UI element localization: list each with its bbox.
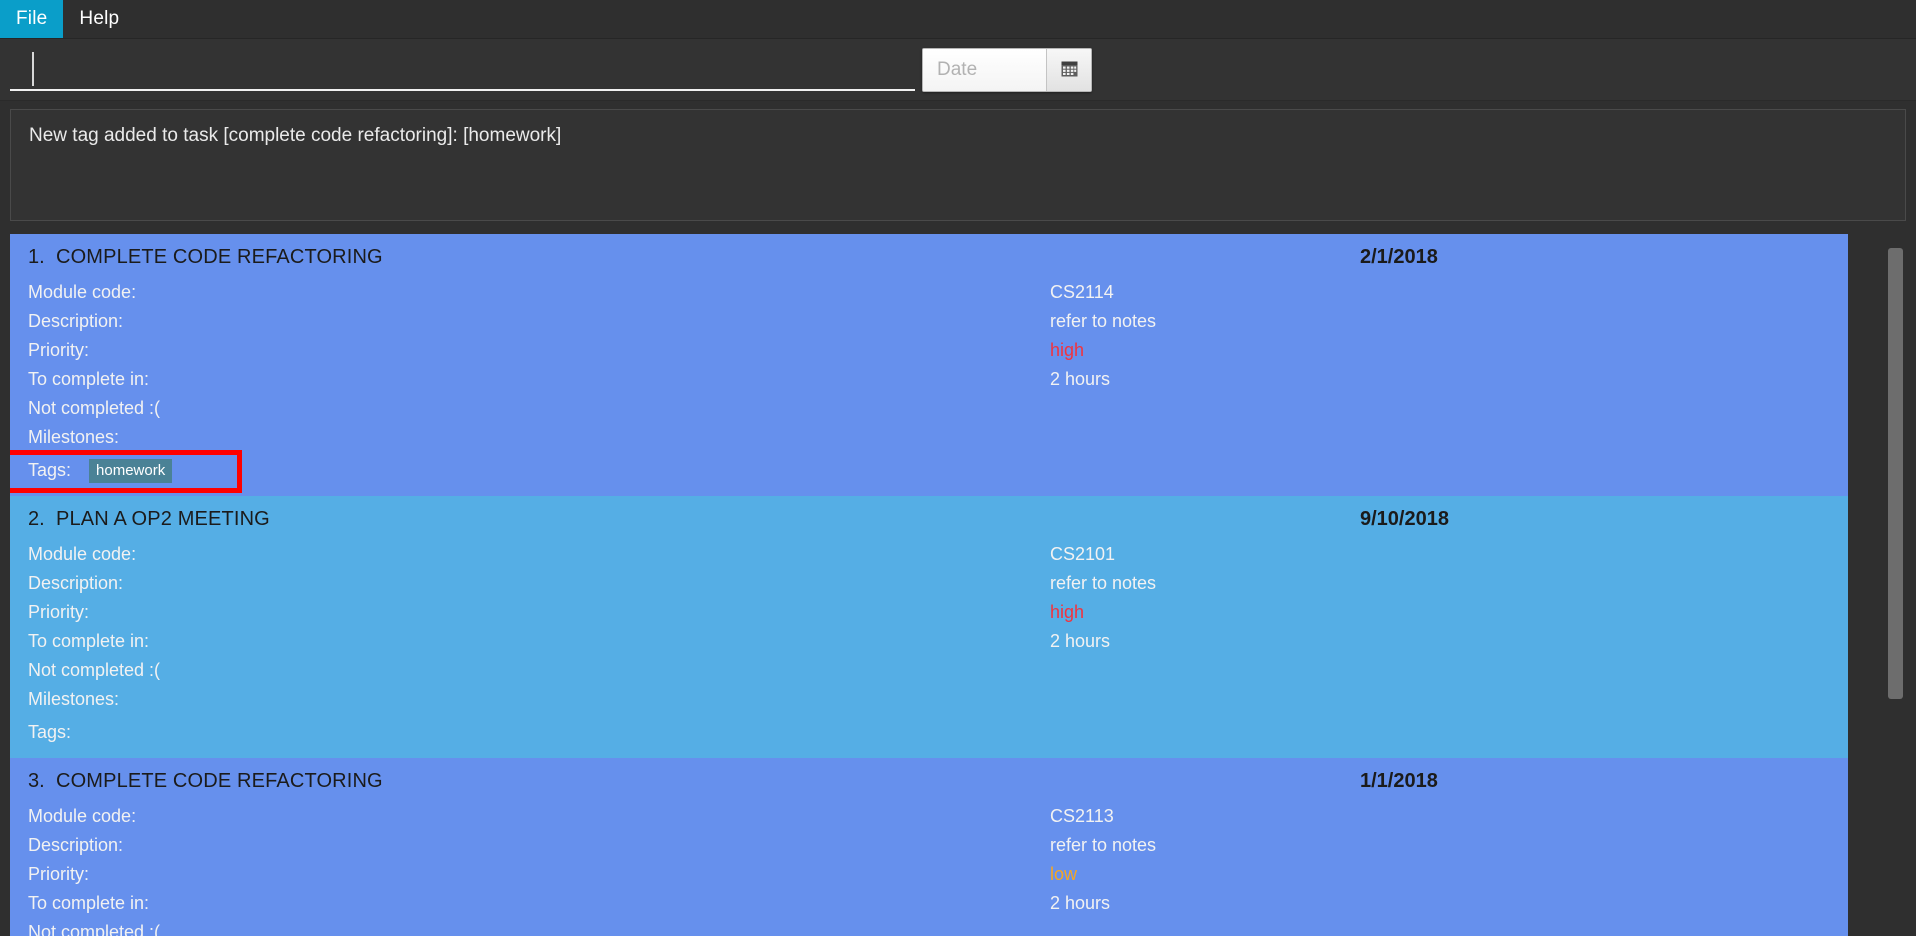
task-card[interactable]: 1. COMPLETE CODE REFACTORING 2/1/2018 Modul…	[10, 234, 1848, 496]
task-card[interactable]: 2. PLAN A OP2 MEETING 9/10/2018 Module code…	[10, 496, 1848, 758]
task-row-status: Not completed :(	[10, 656, 1848, 685]
task-row-to_complete_in: To complete in: 2 hours	[10, 627, 1848, 656]
task-tags-group: Tags: homework	[28, 455, 173, 486]
task-status-label: Not completed :(	[28, 922, 161, 936]
date-input[interactable]	[923, 48, 1046, 91]
task-module_code-label: Module code:	[28, 544, 137, 564]
task-module_code-label: Module code:	[28, 282, 137, 302]
task-to_complete_in-label: To complete in:	[28, 893, 150, 913]
task-status-value	[1050, 394, 1830, 423]
calendar-icon	[1061, 60, 1078, 80]
task-header: 2. PLAN A OP2 MEETING 9/10/2018	[10, 508, 1848, 531]
task-row-to_complete_in: To complete in: 2 hours	[10, 889, 1848, 918]
task-row-module_code: Module code: CS2101	[10, 540, 1848, 569]
task-module_code-value: CS2113	[1050, 806, 1114, 826]
menu-item-file[interactable]: File	[0, 0, 64, 38]
task-module_code-label: Module code:	[28, 806, 137, 826]
task-due-date: 2/1/2018	[1360, 246, 1438, 268]
task-status-value	[1050, 656, 1830, 685]
task-row-description: Description: refer to notes	[10, 569, 1848, 598]
task-priority-label: Priority:	[28, 864, 90, 884]
task-priority-value: high	[1050, 340, 1085, 360]
task-status-label: Not completed :(	[28, 398, 161, 418]
date-picker	[922, 47, 1092, 92]
task-list-container: 1. COMPLETE CODE REFACTORING 2/1/2018 Modul…	[10, 234, 1906, 936]
task-title: PLAN A OP2 MEETING	[56, 508, 270, 530]
command-input[interactable]	[10, 47, 915, 91]
task-row-tags: Tags: homework	[10, 455, 1848, 486]
task-description-label: Description:	[28, 311, 124, 331]
task-description-label: Description:	[28, 573, 124, 593]
task-row-priority: Priority: low	[10, 860, 1848, 889]
task-status-value	[1050, 918, 1830, 936]
task-to_complete_in-value: 2 hours	[1050, 369, 1111, 389]
text-caret	[32, 52, 34, 86]
task-tags-label: Tags:	[28, 722, 72, 742]
task-index: 3.	[28, 770, 45, 792]
task-tags-group: Tags:	[28, 717, 89, 748]
task-list-scrollbar-track[interactable]	[1885, 234, 1906, 936]
result-message-text: New tag added to task [complete code ref…	[29, 125, 562, 146]
task-priority-label: Priority:	[28, 340, 90, 360]
task-to_complete_in-label: To complete in:	[28, 369, 150, 389]
task-tags-label: Tags:	[28, 460, 72, 480]
task-priority-label: Priority:	[28, 602, 90, 622]
task-index: 1.	[28, 246, 45, 268]
task-row-priority: Priority: high	[10, 598, 1848, 627]
task-milestones-label: Milestones:	[28, 427, 120, 447]
task-status-label: Not completed :(	[28, 660, 161, 680]
task-row-description: Description: refer to notes	[10, 307, 1848, 336]
task-description-value: refer to notes	[1050, 835, 1157, 855]
calendar-button[interactable]	[1046, 48, 1091, 91]
task-description-value: refer to notes	[1050, 573, 1157, 593]
task-description-value: refer to notes	[1050, 311, 1157, 331]
task-list[interactable]: 1. COMPLETE CODE REFACTORING 2/1/2018 Modul…	[10, 234, 1906, 936]
task-title: COMPLETE CODE REFACTORING	[56, 770, 383, 792]
menu-item-help-label: Help	[79, 8, 120, 29]
task-row-status: Not completed :(	[10, 918, 1848, 936]
task-input-wrapper	[10, 47, 915, 95]
task-list-scrollbar-thumb[interactable]	[1888, 248, 1903, 699]
task-row-description: Description: refer to notes	[10, 831, 1848, 860]
task-module_code-value: CS2101	[1050, 544, 1116, 564]
tag-chip[interactable]: homework	[89, 458, 173, 483]
task-card[interactable]: 3. COMPLETE CODE REFACTORING 1/1/2018 Modul…	[10, 758, 1848, 936]
task-milestones-label: Milestones:	[28, 689, 120, 709]
menu-item-help[interactable]: Help	[63, 0, 135, 38]
task-due-date: 9/10/2018	[1360, 508, 1449, 530]
task-milestones-value	[1050, 423, 1830, 452]
task-module_code-value: CS2114	[1050, 282, 1114, 302]
task-row-status: Not completed :(	[10, 394, 1848, 423]
command-toolbar	[0, 39, 1916, 101]
menu-bar: File Help	[0, 0, 1916, 39]
task-row-milestones: Milestones:	[10, 685, 1848, 714]
task-to_complete_in-value: 2 hours	[1050, 631, 1111, 651]
task-row-milestones: Milestones:	[10, 423, 1848, 452]
task-milestones-value	[1050, 685, 1830, 714]
task-row-tags: Tags:	[10, 717, 1848, 748]
task-priority-value: low	[1050, 864, 1078, 884]
task-description-label: Description:	[28, 835, 124, 855]
task-priority-value: high	[1050, 602, 1085, 622]
task-row-module_code: Module code: CS2113	[10, 802, 1848, 831]
task-row-to_complete_in: To complete in: 2 hours	[10, 365, 1848, 394]
result-message-box: New tag added to task [complete code ref…	[10, 109, 1906, 221]
task-header: 3. COMPLETE CODE REFACTORING 1/1/2018	[10, 770, 1848, 793]
task-to_complete_in-value: 2 hours	[1050, 893, 1111, 913]
task-due-date: 1/1/2018	[1360, 770, 1438, 792]
task-title: COMPLETE CODE REFACTORING	[56, 246, 383, 268]
task-row-priority: Priority: high	[10, 336, 1848, 365]
task-index: 2.	[28, 508, 45, 530]
task-to_complete_in-label: To complete in:	[28, 631, 150, 651]
task-row-module_code: Module code: CS2114	[10, 278, 1848, 307]
task-header: 1. COMPLETE CODE REFACTORING 2/1/2018	[10, 246, 1848, 269]
menu-item-file-label: File	[16, 8, 48, 29]
